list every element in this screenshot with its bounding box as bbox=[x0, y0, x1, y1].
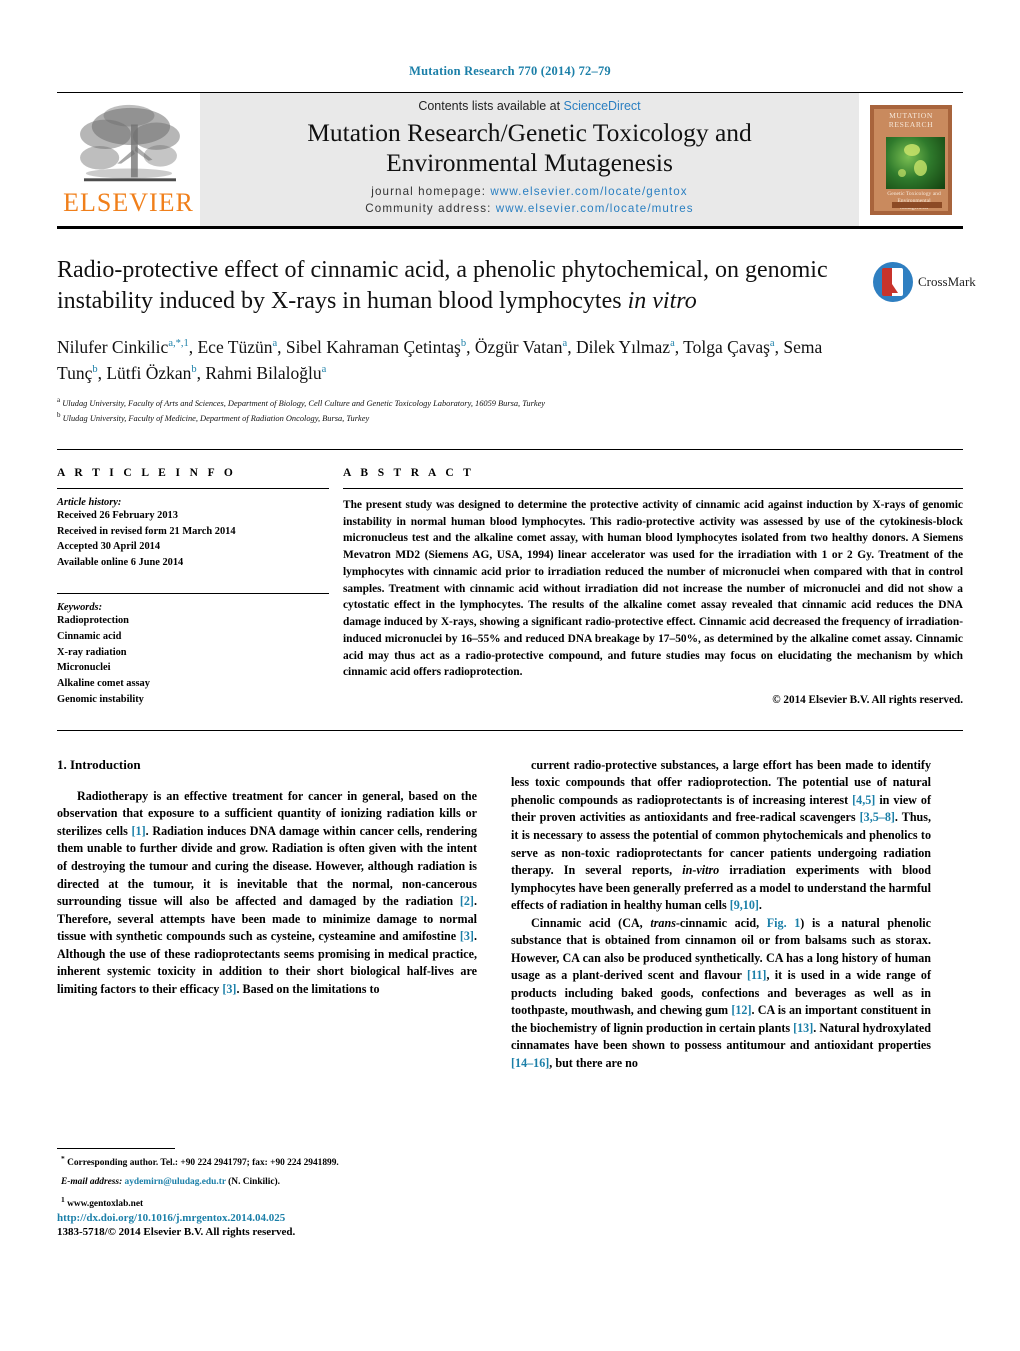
elsevier-wordmark: ELSEVIER bbox=[63, 188, 194, 217]
affiliation-a-text: Uludag University, Faculty of Arts and S… bbox=[62, 398, 546, 408]
abstract-rule bbox=[343, 487, 963, 489]
abstract-text: The present study was designed to determ… bbox=[343, 498, 963, 679]
elsevier-tree-icon bbox=[79, 104, 180, 182]
history-received: Received 26 February 2013 bbox=[57, 509, 178, 521]
title-line1: Radio-protective effect of cinnamic acid… bbox=[57, 257, 739, 283]
contents-available-line: Contents lists available at ScienceDirec… bbox=[418, 99, 640, 113]
affiliation-b-text: Uludag University, Faculty of Medicine, … bbox=[62, 413, 370, 423]
intro-paragraph-right-2: Cinnamic acid (CA, trans-cinnamic acid, … bbox=[511, 915, 931, 1070]
history-online: Available online 6 June 2014 bbox=[57, 557, 184, 569]
cover-footer-bar bbox=[892, 201, 942, 208]
body-column-left: 1. Introduction Radiotherapy is an effec… bbox=[57, 757, 477, 1073]
title-block: Radio-protective effect of cinnamic acid… bbox=[57, 255, 976, 317]
article-info-column: A R T I C L E I N F O Article history: R… bbox=[57, 467, 329, 708]
journal-homepage-line: journal homepage: www.elsevier.com/locat… bbox=[371, 184, 687, 201]
abstract-heading: A B S T R A C T bbox=[343, 466, 475, 479]
cover-subtitle: Genetic Toxicology and Environmental Mut… bbox=[884, 191, 944, 211]
journal-title-line1: Mutation Research/Genetic Toxicology and bbox=[307, 118, 752, 148]
keyword-item: Micronuclei bbox=[57, 662, 111, 674]
cover-title-line1: MUTATION bbox=[889, 110, 933, 120]
crossmark-label: CrossMark bbox=[918, 274, 976, 289]
keyword-item: Genomic instability bbox=[57, 694, 144, 706]
journal-title-line2: Environmental Mutagenesis bbox=[386, 147, 673, 177]
footnote-website[interactable]: 1 www.gentoxlab.net bbox=[57, 1194, 477, 1212]
masthead-center: Contents lists available at ScienceDirec… bbox=[200, 93, 859, 226]
homepage-url[interactable]: www.elsevier.com/locate/gentox bbox=[490, 185, 687, 198]
title-line3: in vitro bbox=[627, 288, 697, 315]
footnote-rule bbox=[57, 1148, 175, 1149]
page-title: Radio-protective effect of cinnamic acid… bbox=[57, 255, 847, 317]
article-history-label: Article history: bbox=[57, 496, 122, 508]
doi-block: http://dx.doi.org/10.1016/j.mrgentox.201… bbox=[57, 1212, 295, 1238]
cover-frame: MUTATION RESEARCH Genetic Toxicology and… bbox=[870, 104, 952, 215]
article-info-heading: A R T I C L E I N F O bbox=[57, 466, 237, 479]
history-revised: Received in revised form 21 March 2014 bbox=[57, 525, 236, 537]
intro-paragraph-right-1: current radio-protective substances, a l… bbox=[511, 757, 932, 913]
footnote-corresponding-author: * Corresponding author. Tel.: +90 224 29… bbox=[61, 1154, 339, 1169]
community-url[interactable]: www.elsevier.com/locate/mutres bbox=[496, 202, 694, 215]
cover-sub-line1: Genetic Toxicology and bbox=[887, 190, 941, 197]
journal-masthead: ELSEVIER Contents lists available at Sci… bbox=[57, 92, 963, 226]
journal-title: Mutation Research/Genetic Toxicology and… bbox=[307, 118, 752, 177]
affiliation-b: b Uludag University, Faculty of Medicine… bbox=[57, 410, 370, 423]
keyword-item: Cinnamic acid bbox=[57, 630, 122, 642]
sciencedirect-link[interactable]: ScienceDirect bbox=[564, 99, 641, 113]
article-info-rule bbox=[57, 487, 329, 489]
section-heading-introduction: 1. Introduction bbox=[57, 756, 141, 772]
info-top-rule bbox=[57, 448, 963, 450]
cover-inner: MUTATION RESEARCH Genetic Toxicology and… bbox=[874, 108, 948, 211]
paper-page: Mutation Research 770 (2014) 72–79 ELSEV… bbox=[0, 0, 1020, 1351]
cover-title: MUTATION RESEARCH bbox=[877, 111, 945, 135]
crossmark-icon bbox=[873, 262, 913, 302]
cover-title-line2: RESEARCH bbox=[888, 119, 934, 129]
contents-prefix: Contents lists available at bbox=[418, 99, 564, 114]
community-label: Community address: bbox=[365, 202, 492, 216]
abstract-copyright: © 2014 Elsevier B.V. All rights reserved… bbox=[772, 694, 963, 707]
footnotes: * Corresponding author. Tel.: +90 224 29… bbox=[57, 1148, 477, 1212]
crossmark-badge[interactable]: CrossMark bbox=[873, 259, 976, 305]
running-head: Mutation Research 770 (2014) 72–79 bbox=[409, 64, 611, 78]
doi-link[interactable]: http://dx.doi.org/10.1016/j.mrgentox.201… bbox=[57, 1212, 295, 1224]
info-abstract-row: A R T I C L E I N F O Article history: R… bbox=[57, 467, 963, 708]
journal-cover-thumbnail: MUTATION RESEARCH Genetic Toxicology and… bbox=[859, 93, 963, 226]
footnote-email[interactable]: E-mail address: aydemirn@uludag.edu.tr (… bbox=[57, 1175, 477, 1190]
abstract-bottom-rule bbox=[57, 729, 963, 731]
elsevier-logo: ELSEVIER bbox=[57, 93, 200, 226]
masthead-bottom-rule bbox=[57, 226, 963, 229]
homepage-label: journal homepage: bbox=[371, 185, 487, 199]
cover-micrograph-image bbox=[886, 136, 945, 189]
abstract-column: A B S T R A C T The present study was de… bbox=[329, 467, 963, 708]
body-columns: 1. Introduction Radiotherapy is an effec… bbox=[57, 757, 963, 1073]
author-list: Nilufer Cinkilica,*,1, Ece Tüzüna, Sibel… bbox=[57, 337, 823, 383]
issn-copyright-line: 1383-5718/© 2014 Elsevier B.V. All right… bbox=[57, 1226, 296, 1238]
history-accepted: Accepted 30 April 2014 bbox=[57, 541, 161, 553]
community-address-line: Community address: www.elsevier.com/loca… bbox=[365, 201, 693, 218]
intro-paragraph-left: Radiotherapy is an effective treatment f… bbox=[57, 788, 478, 996]
affiliation-a: a Uludag University, Faculty of Arts and… bbox=[57, 396, 546, 408]
affiliations: a Uludag University, Faculty of Arts and… bbox=[57, 395, 963, 425]
keyword-item: Alkaline comet assay bbox=[57, 678, 150, 690]
body-column-right: current radio-protective substances, a l… bbox=[511, 757, 931, 1073]
keywords-rule bbox=[57, 593, 329, 594]
keywords-block: Keywords: Radioprotection Cinnamic acid … bbox=[57, 593, 329, 708]
keyword-item: X-ray radiation bbox=[57, 646, 127, 658]
keywords-label: Keywords: bbox=[57, 602, 103, 613]
keyword-item: Radioprotection bbox=[57, 615, 129, 626]
